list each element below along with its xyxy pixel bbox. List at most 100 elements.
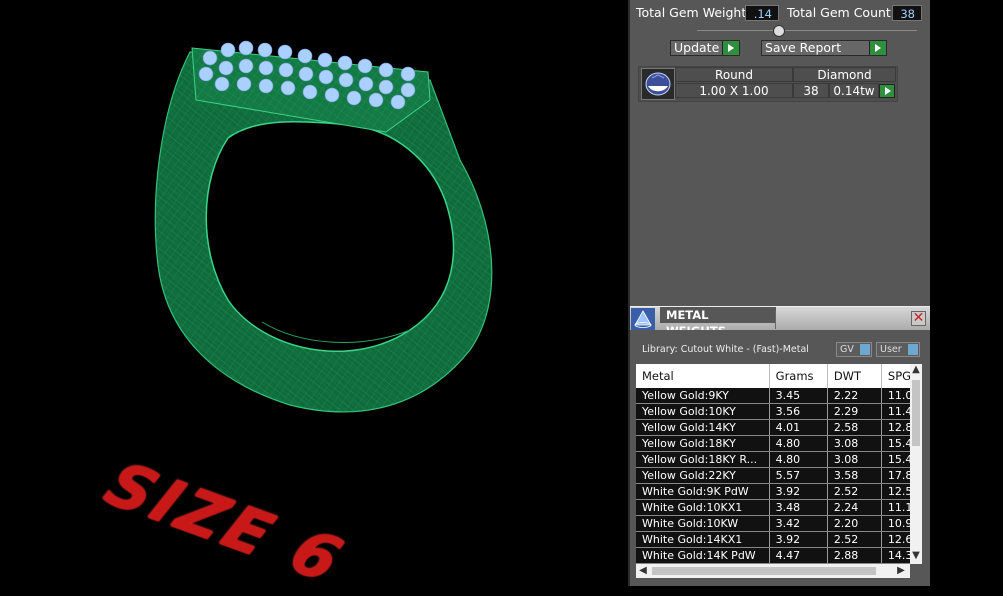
toggle-knob	[908, 344, 918, 355]
dwt-cell: 2.52	[827, 483, 882, 500]
vertical-scrollbar[interactable]: ▲ ▼	[910, 364, 922, 564]
table-row[interactable]: White Gold:9K PdW3.922.5212.59	[636, 483, 910, 500]
spg-cell: 11.43	[881, 403, 910, 420]
spg-cell: 11.18	[881, 499, 910, 516]
dwt-cell: 3.08	[827, 435, 882, 452]
grams-cell: 3.42	[769, 515, 828, 532]
grams-cell: 3.56	[769, 403, 828, 420]
grams-cell: 4.47	[769, 547, 828, 564]
table-row[interactable]: White Gold:14KX13.922.5212.61	[636, 531, 910, 548]
update-label: Update	[674, 40, 720, 55]
dwt-cell: 2.88	[827, 547, 882, 564]
column-header-grams[interactable]: Grams	[769, 364, 828, 388]
dwt-cell: 2.29	[827, 403, 882, 420]
gem-slider-knob[interactable]	[773, 25, 785, 37]
spg-cell: 14.37	[881, 547, 910, 564]
gem-play-button[interactable]	[879, 84, 895, 98]
grams-cell: 4.80	[769, 435, 828, 452]
dwt-cell: 2.24	[827, 499, 882, 516]
gem-size: 1.00 X 1.00	[675, 83, 793, 98]
column-header-metal[interactable]: Metal	[636, 364, 770, 388]
gem-slider-track	[697, 30, 917, 31]
grams-cell: 3.48	[769, 499, 828, 516]
table-row[interactable]: White Gold:14K PdW4.472.8814.37	[636, 547, 910, 564]
round-gem-icon	[641, 68, 675, 100]
scroll-down-icon[interactable]: ▼	[910, 550, 922, 564]
scroll-left-icon[interactable]: ◀	[636, 564, 650, 578]
table-row[interactable]: Yellow Gold:10KY3.562.2911.43	[636, 403, 910, 420]
scrollbar-thumb[interactable]	[652, 567, 876, 575]
table-row[interactable]: Yellow Gold:18KY R...4.803.0815.41	[636, 451, 910, 468]
grams-cell: 5.57	[769, 467, 828, 484]
close-icon[interactable]: ✕	[911, 311, 926, 326]
total-gem-weight-value[interactable]: .14	[745, 5, 779, 21]
column-header-spg[interactable]: SPG	[881, 364, 910, 388]
right-strip	[930, 0, 1003, 586]
grams-cell: 4.01	[769, 419, 828, 436]
metal-cell: Yellow Gold:22KY	[636, 467, 770, 484]
spg-cell: 11.08	[881, 388, 910, 404]
dwt-cell: 2.58	[827, 419, 882, 436]
cone-icon	[631, 308, 655, 330]
update-button[interactable]: Update	[670, 40, 740, 56]
metal-cell: White Gold:14K PdW	[636, 547, 770, 564]
table-row[interactable]: Yellow Gold:14KY4.012.5812.88	[636, 419, 910, 436]
metal-cell: White Gold:9K PdW	[636, 483, 770, 500]
grams-cell: 3.92	[769, 483, 828, 500]
3d-viewport[interactable]: SIZE 6	[0, 0, 628, 596]
spg-cell: 15.41	[881, 435, 910, 452]
grams-cell: 3.92	[769, 531, 828, 548]
total-gem-weight-label: Total Gem Weight	[636, 5, 747, 20]
spg-cell: 12.61	[881, 531, 910, 548]
scroll-right-icon[interactable]: ▶	[894, 564, 908, 578]
dwt-cell: 2.20	[827, 515, 882, 532]
user-toggle[interactable]: User	[876, 342, 920, 357]
metal-cell: Yellow Gold:18KY R...	[636, 451, 770, 468]
spg-cell: 12.88	[881, 419, 910, 436]
table-row[interactable]: White Gold:10KW3.422.2010.99	[636, 515, 910, 532]
metal-cell: White Gold:10KW	[636, 515, 770, 532]
grams-cell: 3.45	[769, 388, 828, 404]
dwt-cell: 3.08	[827, 451, 882, 468]
gem-shape: Round	[675, 67, 793, 82]
total-gem-count-label: Total Gem Count	[787, 5, 891, 20]
library-label: Library: Cutout White - (Fast)-Metal	[642, 344, 809, 355]
scrollbar-thumb[interactable]	[912, 380, 920, 446]
metal-cell: White Gold:14KX1	[636, 531, 770, 548]
table-row[interactable]: Yellow Gold:22KY5.573.5817.89	[636, 467, 910, 484]
metal-weights-title: METAL WEIGHTS	[660, 307, 776, 338]
spg-cell: 12.59	[881, 483, 910, 500]
metal-cell: Yellow Gold:14KY	[636, 419, 770, 436]
metal-cell: White Gold:10KX1	[636, 499, 770, 516]
metal-weights-table[interactable]: Metal Grams DWT SPG Yellow Gold:9KY 3.45 2…	[636, 364, 910, 564]
gem-count: 38	[793, 83, 829, 98]
header-divider	[775, 311, 776, 329]
table-row[interactable]: Yellow Gold:18KY4.803.0815.41	[636, 435, 910, 452]
column-header-dwt[interactable]: DWT	[827, 364, 882, 388]
gv-toggle[interactable]: GV	[836, 342, 872, 357]
gv-toggle-label: GV	[840, 344, 854, 355]
play-icon	[869, 41, 886, 55]
dwt-cell: 2.22	[827, 388, 882, 404]
spg-cell: 10.99	[881, 515, 910, 532]
play-icon	[722, 41, 739, 55]
grams-cell: 4.80	[769, 451, 828, 468]
table-row[interactable]: Yellow Gold:9KY3.452.2211.08	[636, 388, 910, 404]
spg-cell: 17.89	[881, 467, 910, 484]
gem-type: Diamond	[793, 67, 896, 82]
scroll-up-icon[interactable]: ▲	[910, 364, 922, 378]
metal-cell: Yellow Gold:9KY	[636, 388, 770, 404]
save-report-button[interactable]: Save Report	[761, 40, 887, 56]
toggle-knob	[860, 344, 870, 355]
user-toggle-label: User	[880, 344, 902, 355]
dwt-cell: 3.58	[827, 467, 882, 484]
ring-model	[154, 40, 493, 413]
save-report-label: Save Report	[765, 40, 842, 55]
spg-cell: 15.41	[881, 451, 910, 468]
metal-cell: Yellow Gold:18KY	[636, 435, 770, 452]
total-gem-count-value[interactable]: 38	[892, 5, 922, 21]
table-row[interactable]: White Gold:10KX13.482.2411.18	[636, 499, 910, 516]
horizontal-scrollbar[interactable]: ◀ ▶	[636, 564, 910, 578]
dwt-cell: 2.52	[827, 531, 882, 548]
gem-weight: 0.14tw	[829, 83, 879, 98]
